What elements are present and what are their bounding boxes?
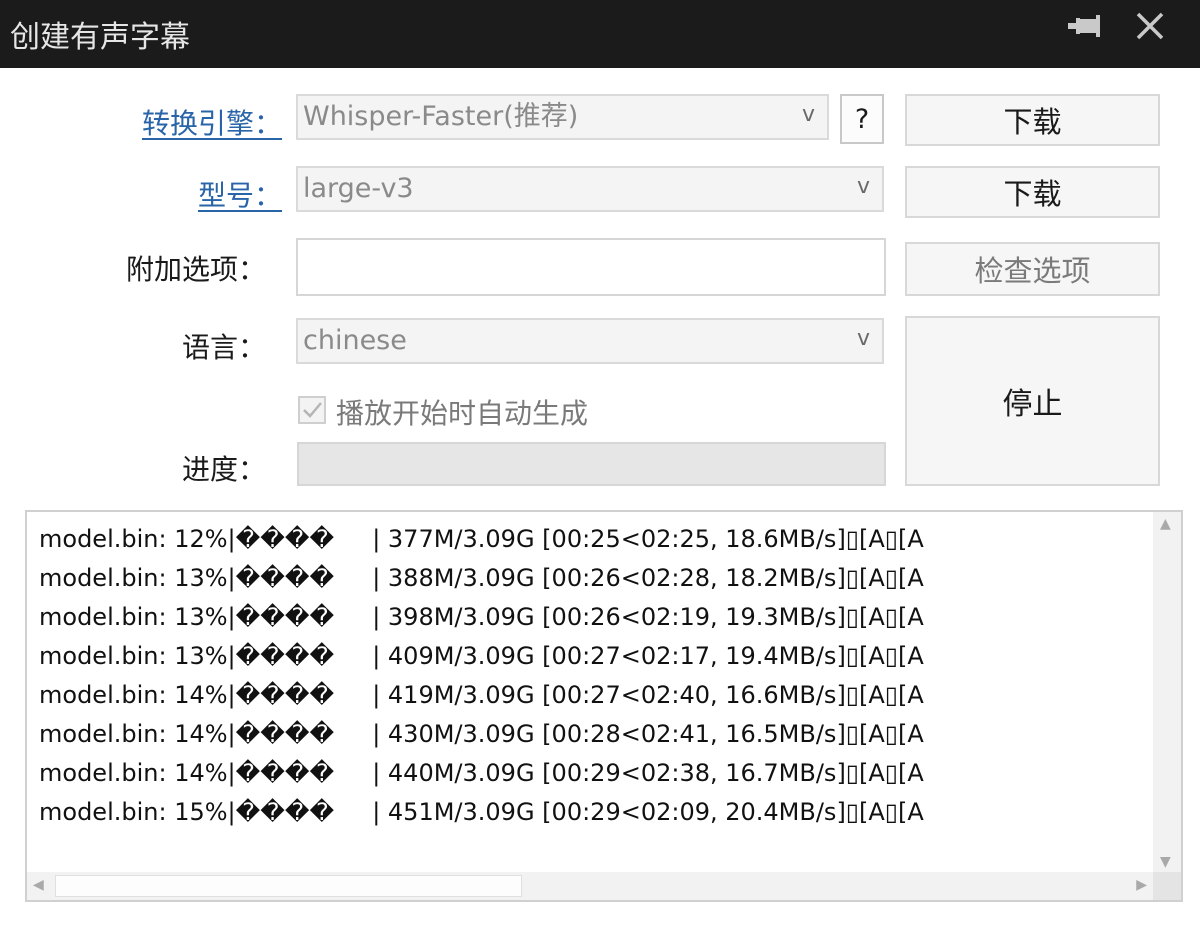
log-line: model.bin: 14%|���� | 440M/3.09G [00:29<… [39, 759, 924, 787]
autogen-checkbox[interactable] [298, 396, 326, 424]
model-label-link[interactable]: 型号： [198, 174, 282, 214]
scroll-right-icon[interactable]: ▶ [1136, 877, 1147, 893]
close-button[interactable] [1122, 6, 1178, 54]
engine-select[interactable]: Whisper-Faster(推荐) v [296, 94, 829, 140]
options-label: 附加选项： [125, 253, 266, 286]
language-select[interactable]: chinese v [296, 318, 884, 364]
log-line: model.bin: 13%|���� | 398M/3.09G [00:26<… [39, 603, 924, 631]
model-select-value: large-v3 [303, 173, 414, 204]
help-button[interactable]: ? [840, 94, 884, 144]
stop-button[interactable]: 停止 [905, 316, 1160, 486]
horizontal-scrollbar[interactable]: ◀ ▶ [27, 872, 1153, 900]
dialog-body: 转换引擎： Whisper-Faster(推荐) v ? 下载 型号： larg… [0, 68, 1200, 931]
vertical-scrollbar[interactable]: ▲ ▼ [1153, 512, 1181, 874]
options-input[interactable] [296, 238, 886, 296]
log-lines: model.bin: 12%|���� | 377M/3.09G [00:25<… [39, 520, 924, 832]
language-select-value: chinese [303, 325, 407, 356]
model-download-button[interactable]: 下载 [905, 166, 1160, 218]
close-icon [1136, 12, 1164, 40]
pin-button[interactable] [1056, 6, 1112, 54]
log-line: model.bin: 15%|���� | 451M/3.09G [00:29<… [39, 798, 924, 826]
log-line: model.bin: 14%|���� | 430M/3.09G [00:28<… [39, 720, 924, 748]
check-options-button[interactable]: 检查选项 [905, 242, 1160, 296]
scrollbar-corner [1153, 872, 1181, 900]
scroll-down-icon[interactable]: ▼ [1160, 854, 1171, 870]
chevron-down-icon: v [801, 102, 815, 127]
log-line: model.bin: 12%|���� | 377M/3.09G [00:25<… [39, 525, 924, 553]
autogen-label[interactable]: 播放开始时自动生成 [336, 392, 588, 432]
log-line: model.bin: 13%|���� | 388M/3.09G [00:26<… [39, 564, 924, 592]
horizontal-scroll-thumb[interactable] [55, 875, 522, 897]
log-output[interactable]: model.bin: 12%|���� | 377M/3.09G [00:25<… [25, 510, 1183, 902]
log-line: model.bin: 13%|���� | 409M/3.09G [00:27<… [39, 642, 924, 670]
engine-label-link[interactable]: 转换引擎： [142, 102, 282, 142]
scroll-up-icon[interactable]: ▲ [1160, 516, 1171, 532]
model-select[interactable]: large-v3 v [296, 166, 884, 212]
engine-select-value: Whisper-Faster(推荐) [303, 101, 579, 132]
pin-icon [1068, 15, 1100, 37]
window-title: 创建有声字幕 [10, 20, 190, 55]
scroll-left-icon[interactable]: ◀ [33, 877, 44, 893]
language-label: 语言： [181, 331, 266, 364]
progress-bar [297, 442, 886, 486]
title-bar: 创建有声字幕 [0, 0, 1200, 68]
chevron-down-icon: v [856, 326, 870, 351]
check-icon [303, 402, 322, 418]
engine-download-button[interactable]: 下载 [905, 94, 1160, 146]
progress-label: 进度： [181, 453, 266, 486]
log-line: model.bin: 14%|���� | 419M/3.09G [00:27<… [39, 681, 924, 709]
chevron-down-icon: v [856, 174, 870, 199]
